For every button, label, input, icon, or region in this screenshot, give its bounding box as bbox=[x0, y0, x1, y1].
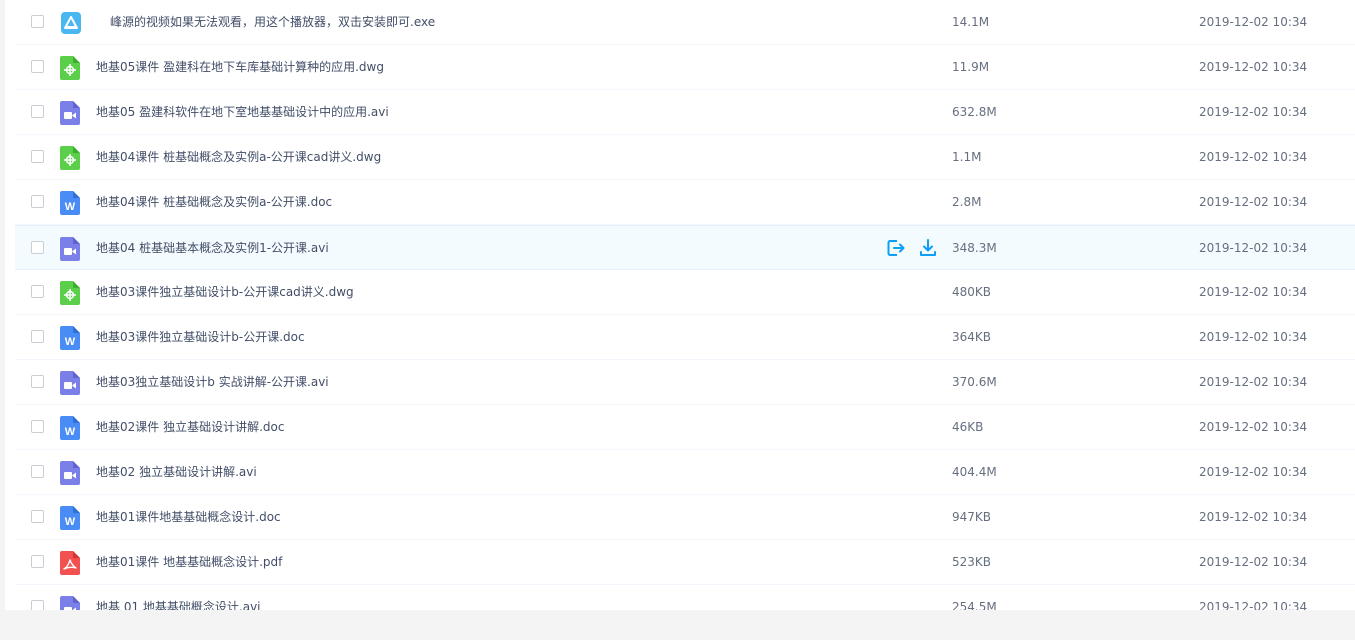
row-checkbox[interactable] bbox=[31, 285, 44, 298]
row-checkbox[interactable] bbox=[31, 600, 44, 610]
row-checkbox[interactable] bbox=[31, 60, 44, 73]
file-size: 1.1M bbox=[952, 150, 982, 164]
dwg-file-icon bbox=[60, 281, 80, 305]
file-row[interactable]: 地基01课件 地基基础概念设计.pdf 523KB 2019-12-02 10:… bbox=[15, 540, 1355, 585]
file-size: 348.3M bbox=[952, 241, 997, 255]
row-checkbox[interactable] bbox=[31, 195, 44, 208]
file-date: 2019-12-02 10:34 bbox=[1199, 330, 1308, 344]
file-row[interactable]: 地基 01 地基基础概念设计.avi 254.5M 2019-12-02 10:… bbox=[15, 585, 1355, 610]
row-checkbox[interactable] bbox=[31, 241, 44, 254]
file-list: 峰源的视频如果无法观看，用这个播放器，双击安装即可.exe 14.1M 2019… bbox=[5, 0, 1355, 610]
dwg-file-icon bbox=[60, 56, 80, 80]
file-size: 254.5M bbox=[952, 600, 997, 610]
doc-file-icon: W bbox=[60, 191, 80, 215]
file-size: 370.6M bbox=[952, 375, 997, 389]
file-date: 2019-12-02 10:34 bbox=[1199, 150, 1308, 164]
file-name[interactable]: 峰源的视频如果无法观看，用这个播放器，双击安装即可.exe bbox=[110, 0, 435, 44]
file-size: 2.8M bbox=[952, 195, 982, 209]
file-size: 523KB bbox=[952, 555, 992, 569]
video-file-icon bbox=[60, 371, 80, 395]
file-size: 11.9M bbox=[952, 60, 990, 74]
file-name[interactable]: 地基04 桩基础基本概念及实例1-公开课.avi bbox=[96, 226, 329, 270]
file-name[interactable]: 地基03独立基础设计b 实战讲解-公开课.avi bbox=[96, 360, 329, 404]
file-date: 2019-12-02 10:34 bbox=[1199, 555, 1308, 569]
row-checkbox[interactable] bbox=[31, 150, 44, 163]
file-date: 2019-12-02 10:34 bbox=[1199, 375, 1308, 389]
file-row[interactable]: 地基04 桩基础基本概念及实例1-公开课.avi 348.3M 2019-12-… bbox=[15, 225, 1355, 270]
row-checkbox[interactable] bbox=[31, 375, 44, 388]
file-size: 632.8M bbox=[952, 105, 997, 119]
file-size: 404.4M bbox=[952, 465, 997, 479]
video-file-icon bbox=[60, 461, 80, 485]
file-size: 480KB bbox=[952, 285, 992, 299]
file-row[interactable]: W 地基04课件 桩基础概念及实例a-公开课.doc 2.8M 2019-12-… bbox=[15, 180, 1355, 225]
row-checkbox[interactable] bbox=[31, 510, 44, 523]
row-checkbox[interactable] bbox=[31, 330, 44, 343]
dwg-file-icon bbox=[60, 146, 80, 170]
file-date: 2019-12-02 10:34 bbox=[1199, 241, 1308, 255]
file-row[interactable]: 地基05 盈建科软件在地下室地基基础设计中的应用.avi 632.8M 2019… bbox=[15, 90, 1355, 135]
file-date: 2019-12-02 10:34 bbox=[1199, 465, 1308, 479]
exe-file-icon bbox=[60, 11, 81, 35]
file-name[interactable]: 地基01课件 地基基础概念设计.pdf bbox=[96, 540, 282, 584]
svg-text:W: W bbox=[65, 336, 76, 348]
doc-file-icon: W bbox=[60, 506, 80, 530]
file-name[interactable]: 地基01课件地基基础概念设计.doc bbox=[96, 495, 281, 539]
file-row[interactable]: 地基04课件 桩基础概念及实例a-公开课cad讲义.dwg 1.1M 2019-… bbox=[15, 135, 1355, 180]
download-icon[interactable] bbox=[918, 238, 938, 258]
file-name[interactable]: 地基03课件独立基础设计b-公开课.doc bbox=[96, 315, 305, 359]
file-size: 947KB bbox=[952, 510, 992, 524]
file-name[interactable]: 地基03课件独立基础设计b-公开课cad讲义.dwg bbox=[96, 270, 354, 314]
file-size: 14.1M bbox=[952, 15, 990, 29]
file-name[interactable]: 地基04课件 桩基础概念及实例a-公开课.doc bbox=[96, 180, 332, 224]
file-row[interactable]: 地基05课件 盈建科在地下车库基础计算种的应用.dwg 11.9M 2019-1… bbox=[15, 45, 1355, 90]
video-file-icon bbox=[60, 596, 80, 610]
file-name[interactable]: 地基 01 地基基础概念设计.avi bbox=[96, 585, 261, 610]
file-name[interactable]: 地基02 独立基础设计讲解.avi bbox=[96, 450, 257, 494]
doc-file-icon: W bbox=[60, 326, 80, 350]
file-name[interactable]: 地基02课件 独立基础设计讲解.doc bbox=[96, 405, 284, 449]
svg-text:W: W bbox=[65, 516, 76, 528]
file-row[interactable]: 地基03课件独立基础设计b-公开课cad讲义.dwg 480KB 2019-12… bbox=[15, 270, 1355, 315]
file-name[interactable]: 地基04课件 桩基础概念及实例a-公开课cad讲义.dwg bbox=[96, 135, 381, 179]
row-checkbox[interactable] bbox=[31, 420, 44, 433]
pdf-file-icon bbox=[60, 551, 80, 575]
file-date: 2019-12-02 10:34 bbox=[1199, 600, 1308, 610]
file-date: 2019-12-02 10:34 bbox=[1199, 15, 1308, 29]
row-checkbox[interactable] bbox=[31, 555, 44, 568]
file-row[interactable]: W 地基02课件 独立基础设计讲解.doc 46KB 2019-12-02 10… bbox=[15, 405, 1355, 450]
file-size: 46KB bbox=[952, 420, 984, 434]
row-checkbox[interactable] bbox=[31, 465, 44, 478]
file-date: 2019-12-02 10:34 bbox=[1199, 195, 1308, 209]
file-date: 2019-12-02 10:34 bbox=[1199, 510, 1308, 524]
svg-text:W: W bbox=[65, 201, 76, 213]
file-row[interactable]: 地基02 独立基础设计讲解.avi 404.4M 2019-12-02 10:3… bbox=[15, 450, 1355, 495]
file-date: 2019-12-02 10:34 bbox=[1199, 60, 1308, 74]
file-size: 364KB bbox=[952, 330, 992, 344]
file-date: 2019-12-02 10:34 bbox=[1199, 105, 1308, 119]
share-icon[interactable] bbox=[886, 238, 906, 258]
row-checkbox[interactable] bbox=[31, 105, 44, 118]
file-date: 2019-12-02 10:34 bbox=[1199, 420, 1308, 434]
svg-text:W: W bbox=[65, 426, 76, 438]
file-date: 2019-12-02 10:34 bbox=[1199, 285, 1308, 299]
file-row[interactable]: 峰源的视频如果无法观看，用这个播放器，双击安装即可.exe 14.1M 2019… bbox=[15, 0, 1355, 45]
file-row[interactable]: W 地基03课件独立基础设计b-公开课.doc 364KB 2019-12-02… bbox=[15, 315, 1355, 360]
file-row[interactable]: 地基03独立基础设计b 实战讲解-公开课.avi 370.6M 2019-12-… bbox=[15, 360, 1355, 405]
row-checkbox[interactable] bbox=[31, 15, 44, 28]
video-file-icon bbox=[60, 237, 80, 261]
video-file-icon bbox=[60, 101, 80, 125]
file-name[interactable]: 地基05 盈建科软件在地下室地基基础设计中的应用.avi bbox=[96, 90, 389, 134]
doc-file-icon: W bbox=[60, 416, 80, 440]
file-name[interactable]: 地基05课件 盈建科在地下车库基础计算种的应用.dwg bbox=[96, 45, 384, 89]
file-row[interactable]: W 地基01课件地基基础概念设计.doc 947KB 2019-12-02 10… bbox=[15, 495, 1355, 540]
